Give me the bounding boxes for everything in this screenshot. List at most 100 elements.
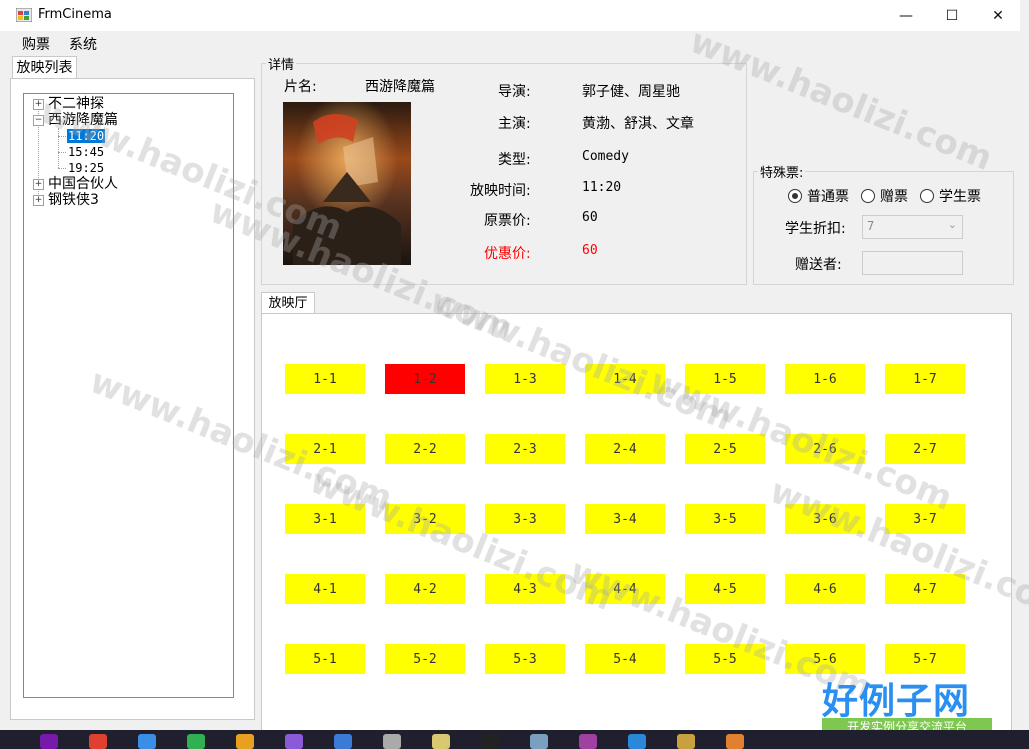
showtime-value: 11:20	[582, 180, 622, 195]
title-bar[interactable]: FrmCinema — ☐ ✕	[0, 0, 1020, 31]
movie-tree[interactable]: + 不二神探 − 西游降魔篇 11:20 15:45 19:25 + 中国合伙人…	[23, 93, 234, 698]
seat[interactable]: 5-7	[885, 644, 965, 674]
seat[interactable]: 1-5	[685, 364, 765, 394]
tree-movie-node[interactable]: 不二神探	[48, 96, 104, 112]
tree-movie-node[interactable]: 中国合伙人	[48, 176, 118, 192]
tab-schedule-list[interactable]: 放映列表	[12, 56, 77, 79]
expand-icon[interactable]: +	[33, 99, 44, 110]
radio-unchecked-icon	[861, 189, 875, 203]
seat[interactable]: 5-5	[685, 644, 765, 674]
original-price-value: 60	[582, 210, 598, 225]
radio-normal-ticket[interactable]: 普通票	[788, 186, 849, 206]
seat[interactable]: 2-4	[585, 434, 665, 464]
terminal-icon[interactable]	[481, 734, 499, 749]
menu-bar: 购票 系统	[0, 31, 1020, 55]
seat[interactable]: 1-1	[285, 364, 365, 394]
seat[interactable]: 1-4	[585, 364, 665, 394]
tree-time-node[interactable]: 11:20	[65, 128, 107, 144]
app-icon	[15, 7, 33, 23]
seat[interactable]: 4-3	[485, 574, 565, 604]
maximize-button[interactable]: ☐	[929, 0, 975, 31]
minimize-button[interactable]: —	[883, 0, 929, 31]
seat[interactable]: 5-6	[785, 644, 865, 674]
seat[interactable]: 3-1	[285, 504, 365, 534]
radio-checked-icon	[788, 189, 802, 203]
chrome-icon[interactable]	[89, 734, 107, 749]
seat[interactable]: 4-1	[285, 574, 365, 604]
seat[interactable]: 5-3	[485, 644, 565, 674]
gift-giver-input[interactable]	[862, 251, 963, 275]
tree-time-node[interactable]: 15:45	[68, 144, 104, 160]
tree-movie-node[interactable]: 西游降魔篇	[48, 112, 118, 128]
radio-label: 赠票	[880, 189, 908, 205]
xcode-icon[interactable]	[138, 734, 156, 749]
radio-gift-ticket[interactable]: 赠票	[861, 186, 908, 206]
powershell-icon[interactable]	[579, 734, 597, 749]
seat[interactable]: 3-7	[885, 504, 965, 534]
tree-time-selected[interactable]: 11:20	[65, 128, 107, 144]
seat[interactable]: 5-4	[585, 644, 665, 674]
seat[interactable]: 3-2	[385, 504, 465, 534]
special-ticket-title: 特殊票:	[758, 162, 806, 181]
visual-studio-icon[interactable]	[285, 734, 303, 749]
store-icon[interactable]	[236, 734, 254, 749]
seat[interactable]: 3-3	[485, 504, 565, 534]
watermark-logo: 好例子网	[822, 681, 971, 722]
folder-icon[interactable]	[677, 734, 695, 749]
seat[interactable]: 2-2	[385, 434, 465, 464]
seat[interactable]: 2-1	[285, 434, 365, 464]
box-icon[interactable]	[383, 734, 401, 749]
original-price-label: 原票价:	[484, 213, 531, 229]
movie-poster	[283, 102, 411, 265]
seat[interactable]: 2-5	[685, 434, 765, 464]
menu-system[interactable]: 系统	[69, 34, 97, 54]
close-button[interactable]: ✕	[975, 0, 1021, 31]
window-title: FrmCinema	[38, 7, 112, 22]
seat[interactable]: 3-5	[685, 504, 765, 534]
seat-sold[interactable]: 1-2	[385, 364, 465, 394]
student-discount-label: 学生折扣:	[785, 221, 846, 237]
seat[interactable]: 5-2	[385, 644, 465, 674]
name-value: 西游降魔篇	[365, 79, 435, 95]
onenote-icon[interactable]	[40, 734, 58, 749]
vs-code-icon[interactable]	[334, 734, 352, 749]
tree-movie-node[interactable]: 钢铁侠3	[48, 192, 99, 208]
detail-group-title: 详情	[266, 54, 297, 73]
seat[interactable]: 2-6	[785, 434, 865, 464]
file-explorer-icon[interactable]	[628, 734, 646, 749]
discount-price-value: 60	[582, 243, 598, 258]
radio-student-ticket[interactable]: 学生票	[920, 186, 981, 206]
type-label: 类型:	[498, 152, 531, 168]
radio-label: 学生票	[939, 189, 981, 205]
actor-label: 主演:	[498, 116, 531, 132]
seat[interactable]: 1-3	[485, 364, 565, 394]
seat[interactable]: 2-7	[885, 434, 965, 464]
actor-value: 黄渤、舒淇、文章	[582, 116, 694, 132]
chevron-down-icon: ⌄	[947, 218, 957, 231]
seat[interactable]: 4-5	[685, 574, 765, 604]
menu-purchase[interactable]: 购票	[22, 34, 50, 54]
expand-icon[interactable]: +	[33, 195, 44, 206]
seat[interactable]: 1-7	[885, 364, 965, 394]
tree-time-node[interactable]: 19:25	[68, 160, 104, 176]
seat[interactable]: 3-6	[785, 504, 865, 534]
expand-icon[interactable]: +	[33, 179, 44, 190]
notepad-icon[interactable]	[432, 734, 450, 749]
tab-hall[interactable]: 放映厅	[261, 292, 315, 315]
type-value: Comedy	[582, 149, 629, 164]
green-app-icon[interactable]	[187, 734, 205, 749]
collapse-icon[interactable]: −	[33, 115, 44, 126]
seat[interactable]: 4-4	[585, 574, 665, 604]
seat[interactable]: 4-2	[385, 574, 465, 604]
seat[interactable]: 5-1	[285, 644, 365, 674]
background-window-edge	[1020, 0, 1029, 749]
tree-line	[58, 152, 66, 153]
window-icon[interactable]	[530, 734, 548, 749]
seat[interactable]: 3-4	[585, 504, 665, 534]
student-discount-select[interactable]: 7 ⌄	[862, 215, 963, 239]
seat[interactable]: 4-6	[785, 574, 865, 604]
seat[interactable]: 4-7	[885, 574, 965, 604]
active-app-icon[interactable]	[726, 734, 744, 749]
seat[interactable]: 1-6	[785, 364, 865, 394]
seat[interactable]: 2-3	[485, 434, 565, 464]
